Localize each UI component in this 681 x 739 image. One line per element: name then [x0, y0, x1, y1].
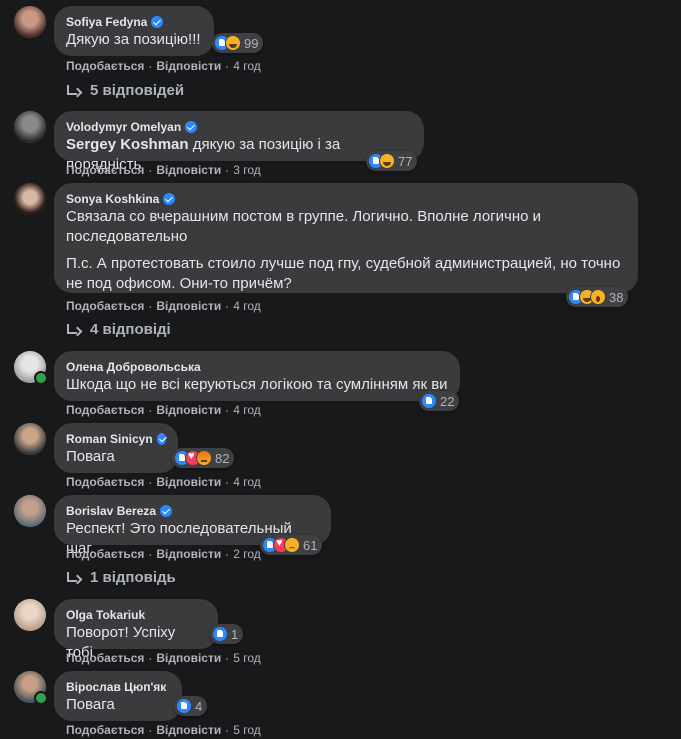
comment-bubble: Sofiya Fedyna Дякую за позицію!!! [54, 6, 214, 56]
comment-text: Дякую за позицію!!! [66, 31, 201, 48]
avatar[interactable] [14, 6, 46, 38]
comment-actions: Подобається · Відповісти · 5 год [66, 651, 261, 665]
avatar[interactable] [14, 351, 48, 385]
reply-button[interactable]: Відповісти [156, 547, 221, 561]
comment-actions: Подобається · Відповісти · 4 год [66, 299, 261, 313]
reply-arrow-icon [66, 323, 82, 336]
reply-button[interactable]: Відповісти [156, 163, 221, 177]
like-reaction-icon [212, 626, 228, 642]
timestamp[interactable]: 2 год [233, 547, 261, 561]
timestamp[interactable]: 5 год [233, 651, 261, 665]
like-button[interactable]: Подобається [66, 547, 144, 561]
online-status-icon [34, 691, 48, 705]
haha-reaction-icon [379, 153, 395, 169]
reaction-count: 22 [440, 393, 455, 409]
timestamp[interactable]: 5 год [233, 723, 261, 737]
wow-reaction-icon [590, 289, 606, 305]
commenter-name[interactable]: Олена Добровольська [66, 359, 201, 375]
reaction-count: 1 [231, 626, 239, 642]
verified-badge-icon [163, 193, 176, 205]
like-button[interactable]: Подобається [66, 299, 144, 313]
reactions-summary[interactable]: 38 [566, 287, 629, 307]
reply-button[interactable]: Відповісти [156, 723, 221, 737]
commenter-name[interactable]: Sofiya Fedyna [66, 14, 147, 30]
angry-reaction-icon [196, 450, 212, 466]
comment-actions: Подобається · Відповісти · 5 год [66, 723, 261, 737]
mention-link[interactable]: Sergey Koshman [66, 136, 189, 153]
reactions-summary[interactable]: 22 [419, 391, 460, 411]
comment-bubble: Олена Добровольська Шкода що не всі керу… [54, 351, 460, 401]
reactions-summary[interactable]: 1 [210, 624, 244, 644]
commenter-name[interactable]: Olga Tokariuk [66, 607, 145, 623]
verified-badge-icon [156, 433, 166, 445]
like-button[interactable]: Подобається [66, 723, 144, 737]
comment-text: Повага [66, 448, 115, 465]
timestamp[interactable]: 3 год [233, 163, 261, 177]
like-button[interactable]: Подобається [66, 163, 144, 177]
timestamp[interactable]: 4 год [233, 403, 261, 417]
commenter-name[interactable]: Вірослав Цюп'як [66, 679, 166, 695]
comment-actions: Подобається · Відповісти · 3 год [66, 163, 261, 177]
comment-actions: Подобається · Відповісти · 4 год [66, 59, 261, 73]
timestamp[interactable]: 4 год [233, 59, 261, 73]
comment-text: П.с. А протестовать стоило лучше под гпу… [66, 255, 625, 292]
view-replies-button[interactable]: 5 відповідей [66, 82, 184, 99]
reply-arrow-icon [66, 571, 82, 584]
reply-button[interactable]: Відповісти [156, 59, 221, 73]
timestamp[interactable]: 4 год [233, 299, 261, 313]
like-button[interactable]: Подобається [66, 475, 144, 489]
reply-button[interactable]: Відповісти [156, 651, 221, 665]
timestamp[interactable]: 4 год [233, 475, 261, 489]
online-status-icon [34, 371, 48, 385]
reactions-summary[interactable]: 82 [172, 448, 235, 468]
reactions-summary[interactable]: 4 [174, 696, 208, 716]
comment-actions: Подобається · Відповісти · 2 год [66, 547, 261, 561]
avatar[interactable] [14, 671, 48, 705]
commenter-name[interactable]: Roman Sinicyn [66, 431, 153, 447]
reactions-summary[interactable]: 77 [366, 151, 418, 171]
comment-actions: Подобається · Відповісти · 4 год [66, 475, 261, 489]
view-replies-button[interactable]: 1 відповідь [66, 569, 176, 586]
sad-reaction-icon [284, 537, 300, 553]
avatar[interactable] [14, 111, 46, 143]
like-reaction-icon [176, 698, 192, 714]
like-button[interactable]: Подобається [66, 59, 144, 73]
like-reaction-icon [421, 393, 437, 409]
reactions-summary[interactable]: 99 [212, 33, 264, 53]
commenter-name[interactable]: Sonya Koshkina [66, 191, 159, 207]
avatar[interactable] [14, 183, 46, 215]
reaction-count: 99 [244, 35, 259, 51]
avatar[interactable] [14, 495, 46, 527]
comment-text: Связала со вчерашним постом в группе. Ло… [66, 208, 546, 245]
reaction-count: 38 [609, 289, 624, 305]
reaction-count: 77 [398, 153, 413, 169]
reply-button[interactable]: Відповісти [156, 403, 221, 417]
like-button[interactable]: Подобається [66, 403, 144, 417]
comment-bubble: Roman Sinicyn Повага [54, 423, 178, 473]
comment-bubble: Вірослав Цюп'як Повага [54, 671, 182, 721]
verified-badge-icon [185, 121, 198, 133]
comment-bubble: Olga Tokariuk Поворот! Успіху тобі [54, 599, 218, 661]
reactions-summary[interactable]: 61 [260, 535, 323, 555]
avatar[interactable] [14, 423, 46, 455]
comment-text: Повага [66, 696, 115, 713]
comment-bubble: Sonya Koshkina Связала со вчерашним пост… [54, 183, 638, 293]
reaction-count: 61 [303, 537, 318, 553]
haha-reaction-icon [225, 35, 241, 51]
view-replies-button[interactable]: 4 відповіді [66, 321, 171, 338]
reaction-count: 82 [215, 450, 230, 466]
avatar[interactable] [14, 599, 46, 631]
commenter-name[interactable]: Borislav Bereza [66, 503, 156, 519]
reply-button[interactable]: Відповісти [156, 475, 221, 489]
comment-actions: Подобається · Відповісти · 4 год [66, 403, 261, 417]
like-button[interactable]: Подобається [66, 651, 144, 665]
reply-button[interactable]: Відповісти [156, 299, 221, 313]
commenter-name[interactable]: Volodymyr Omelyan [66, 119, 181, 135]
reply-arrow-icon [66, 84, 82, 97]
verified-badge-icon [151, 16, 164, 28]
verified-badge-icon [160, 505, 173, 517]
comment-text: Шкода що не всі керуються логікою та сум… [66, 376, 448, 393]
reaction-count: 4 [195, 698, 203, 714]
